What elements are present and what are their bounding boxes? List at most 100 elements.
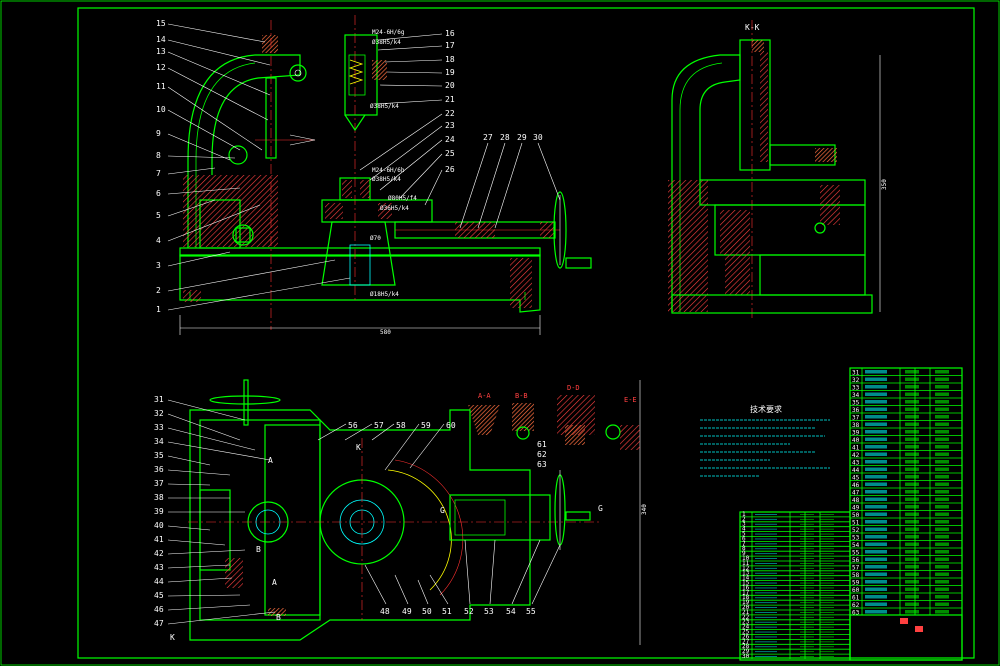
dim-kk-height: 350 — [881, 179, 888, 190]
bom-cell-text — [905, 430, 919, 434]
bom-cell-text — [935, 580, 949, 584]
tech-req-title: 技术要求 — [750, 404, 782, 414]
bom-cell-text — [755, 612, 777, 613]
callout-label: 43 — [154, 563, 164, 572]
bom-cell-text — [865, 430, 887, 434]
fit-note: Ø18H5/k4 — [370, 291, 399, 298]
bom-cell-text — [820, 514, 834, 515]
bom-cell-text — [865, 400, 887, 404]
bom-cell-text — [820, 641, 834, 643]
bom-cell-text — [800, 597, 814, 599]
bom-cell-text — [755, 523, 777, 525]
tech-requirements: 技术要求 — [700, 404, 830, 477]
bom-cell-text — [755, 616, 777, 618]
callout-label: 57 — [374, 421, 384, 430]
bom-cell-text — [820, 636, 834, 638]
bom-cell-text — [755, 572, 777, 574]
callout-label: 41 — [154, 535, 164, 544]
fit-note: Ø38H5/k4 — [372, 39, 401, 46]
bom-cell-text — [865, 557, 887, 561]
bom-cell-text — [935, 385, 949, 389]
bom-cell-text — [820, 587, 834, 589]
cut-marker-a: A — [268, 456, 273, 465]
bom-cell-text — [935, 535, 949, 539]
bom-table-left: 1234567891011121314151617181920212223242… — [739, 511, 851, 661]
bom-cell-text — [935, 467, 949, 471]
bom-cell-text — [935, 482, 949, 486]
bom-cell-text — [800, 587, 814, 589]
bom-cell-text — [935, 460, 949, 464]
bom-cell-text — [935, 422, 949, 426]
callout-label: 4 — [156, 236, 161, 245]
bom-cell-text — [935, 505, 949, 509]
bom-cell-text — [905, 610, 919, 614]
bom-cell-text — [755, 646, 777, 648]
bom-cell-text — [820, 572, 834, 574]
bom-cell-text — [755, 656, 777, 657]
callout-label: 39 — [154, 507, 164, 516]
bom-cell-text — [800, 616, 814, 618]
bom-cell-text — [820, 597, 834, 599]
bom-cell-text — [755, 587, 777, 589]
bom-cell-text — [905, 557, 919, 561]
bom-cell-text — [935, 602, 949, 606]
title-block — [849, 614, 963, 661]
bom-cell-text — [935, 475, 949, 479]
bom-cell-text — [755, 641, 777, 643]
bom-cell-text — [865, 587, 887, 591]
dim-plan-height: 340 — [641, 504, 648, 515]
bom-cell-text — [755, 626, 777, 628]
callout-label: 1 — [156, 305, 161, 314]
callout-label: 40 — [154, 521, 164, 530]
callout-label: 55 — [526, 607, 536, 616]
bom-cell-text — [905, 400, 919, 404]
bom-cell-text — [905, 475, 919, 479]
bom-cell-text — [865, 610, 887, 614]
bom-cell-text — [865, 520, 887, 524]
bom-cell-text — [865, 452, 887, 456]
fit-note: Ø80H5/f4 — [388, 195, 417, 202]
bom-cell-text — [865, 572, 887, 576]
cut-marker-k: K — [356, 443, 361, 452]
bom-cell-text — [865, 497, 887, 501]
bom-cell-text — [755, 563, 777, 564]
bom-cell-text — [905, 602, 919, 606]
bom-cell-text — [935, 407, 949, 411]
bom-cell-text — [755, 577, 777, 579]
callout-label: 16 — [445, 29, 455, 38]
callout-label: 61 — [537, 440, 547, 449]
bom-cell-text — [820, 602, 834, 604]
bom-cell-text — [820, 592, 834, 594]
bom-cell-text — [820, 621, 834, 623]
cut-marker-g: G — [440, 506, 445, 515]
bom-cell-text — [800, 646, 814, 648]
bom-cell-text — [935, 512, 949, 516]
callout-label: 53 — [484, 607, 494, 616]
bom-cell-text — [905, 565, 919, 569]
bom-cell-text — [800, 656, 814, 657]
bom-cell-text — [755, 548, 777, 550]
bom-cell-text — [820, 553, 834, 555]
bom-cell-text — [935, 497, 949, 501]
bom-cell-text — [865, 422, 887, 426]
bom-cell-text — [800, 602, 814, 604]
bom-cell-text — [820, 607, 834, 608]
bom-cell-text — [820, 651, 834, 653]
bom-cell-text — [935, 550, 949, 554]
callout-label: 6 — [156, 189, 161, 198]
bom-cell-text — [800, 577, 814, 579]
bom-cell-text — [820, 626, 834, 628]
bom-cell-text — [800, 563, 814, 564]
callout-label: 19 — [445, 68, 455, 77]
bom-cell-text — [800, 582, 814, 584]
bom-cell-text — [865, 482, 887, 486]
bom-cell-text — [905, 505, 919, 509]
bom-cell-text — [935, 377, 949, 381]
bom-cell-text — [935, 370, 949, 374]
bom-cell-text — [865, 392, 887, 396]
bom-cell-text — [905, 452, 919, 456]
callout-label: 48 — [380, 607, 390, 616]
bom-cell-text — [755, 651, 777, 653]
bom-cell-text — [800, 631, 814, 633]
callout-label: 24 — [445, 135, 455, 144]
